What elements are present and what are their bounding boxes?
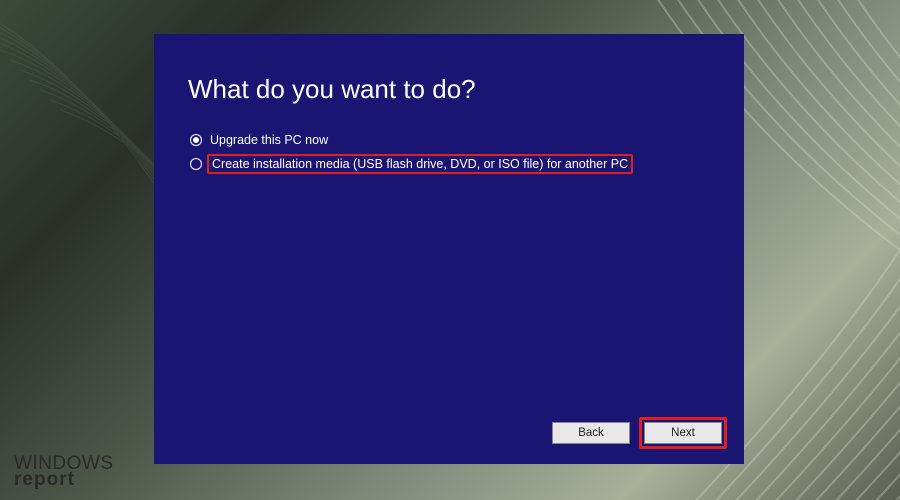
back-button[interactable]: Back [552, 422, 630, 444]
option-create-media[interactable]: Create installation media (USB flash dri… [190, 155, 710, 173]
option-label: Upgrade this PC now [210, 133, 328, 147]
radio-icon [190, 158, 202, 170]
setup-dialog: What do you want to do? Upgrade this PC … [154, 34, 744, 464]
radio-icon [190, 134, 202, 146]
dialog-title: What do you want to do? [188, 74, 710, 105]
option-upgrade-now[interactable]: Upgrade this PC now [190, 133, 710, 147]
options-group: Upgrade this PC now Create installation … [190, 133, 710, 173]
next-button-highlight: Next [639, 417, 727, 449]
next-button[interactable]: Next [644, 422, 722, 444]
watermark-logo: WINDOWS report [14, 456, 114, 488]
button-bar: Back Next [552, 422, 722, 444]
watermark-line2: report [14, 472, 114, 488]
option-label: Create installation media (USB flash dri… [207, 154, 633, 174]
